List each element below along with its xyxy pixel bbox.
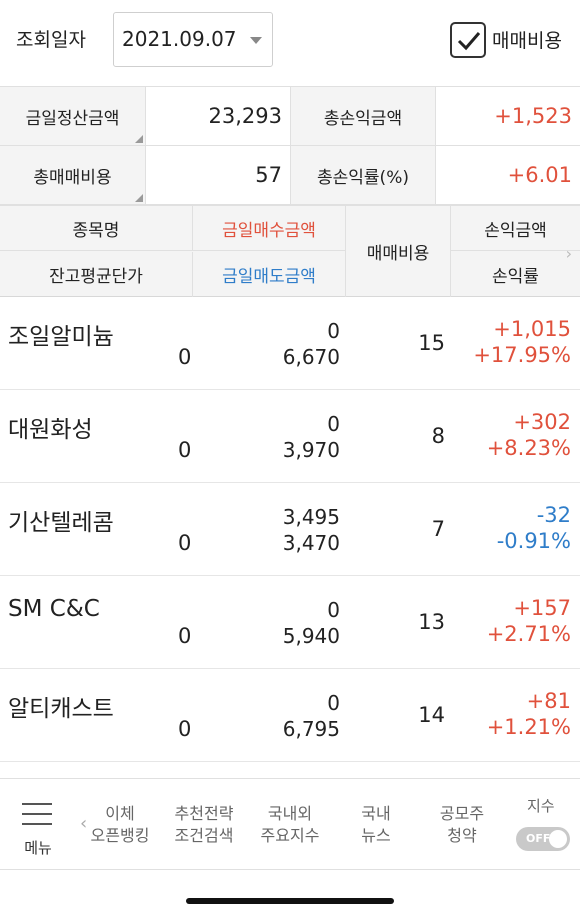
pl-amount: +302: [513, 410, 571, 434]
fee: 8: [431, 424, 445, 448]
fee: 7: [431, 517, 445, 541]
corner-triangle-icon: [135, 194, 143, 202]
fee: 14: [418, 703, 445, 727]
nav-item-strategy[interactable]: 추천전략 조건검색: [166, 803, 242, 847]
col-buy-amount: 금일매수금액: [192, 206, 345, 251]
table-row[interactable]: 대원화성 0 0 3,970 8 +302 +8.23%: [0, 390, 580, 483]
fee-checkbox-label[interactable]: 매매비용: [492, 26, 562, 53]
fee: 15: [418, 331, 445, 355]
hamburger-icon: [22, 803, 52, 833]
chevron-right-icon[interactable]: ›: [566, 244, 572, 263]
menu-button[interactable]: 메뉴: [0, 779, 76, 871]
avg-price: 0: [178, 438, 192, 462]
avg-price: 0: [178, 345, 192, 369]
home-indicator[interactable]: [186, 898, 394, 904]
col-avg-price: 잔고평균단가: [49, 267, 143, 287]
table-header: 종목명 잔고평균단가 금일매수금액 금일매도금액 매매비용 손익금액 손익률 ›: [0, 205, 580, 297]
pl-amount: +1,015: [493, 317, 571, 341]
buy-amount: 3,495: [282, 505, 340, 529]
index-toggle[interactable]: OFF: [516, 827, 570, 851]
fee-checkbox[interactable]: [450, 22, 486, 58]
toggle-state: OFF: [526, 832, 551, 845]
settle-amount-value: 23,293: [145, 87, 290, 145]
total-rate-value: +6.01: [435, 146, 580, 204]
query-bar: 조회일자 2021.09.07 매매비용: [0, 0, 580, 80]
nav-item-ipo[interactable]: 공모주 청약: [424, 803, 500, 847]
checkmark-icon: [457, 32, 481, 51]
table-row[interactable]: 기산텔레콤 0 3,495 3,470 7 -32 -0.91%: [0, 483, 580, 576]
sell-amount: 3,970: [282, 438, 340, 462]
nav-item-indices[interactable]: 국내외 주요지수: [252, 803, 328, 847]
pl-rate: +2.71%: [486, 622, 571, 646]
avg-price: 0: [178, 717, 192, 741]
total-rate-label: 총손익률(%): [290, 146, 435, 204]
stock-name: SM C&C: [8, 596, 100, 622]
dropdown-caret-icon: [250, 37, 262, 44]
pl-rate: -0.91%: [496, 529, 571, 553]
col-name: 종목명: [0, 206, 192, 251]
avg-price: 0: [178, 624, 192, 648]
sell-amount: 6,670: [282, 345, 340, 369]
buy-amount: 0: [327, 598, 340, 622]
pl-rate: +1.21%: [486, 715, 571, 739]
table-row[interactable]: 조일알미늄 0 0 6,670 15 +1,015 +17.95%: [0, 297, 580, 390]
total-pl-value: +1,523: [435, 87, 580, 145]
stock-name: 대원화성: [8, 417, 93, 443]
table-row[interactable]: 알티캐스트 0 0 6,795 14 +81 +1.21%: [0, 669, 580, 762]
buy-amount: 0: [327, 412, 340, 436]
corner-triangle-icon: [135, 135, 143, 143]
menu-label: 메뉴: [24, 839, 52, 857]
toggle-knob: [549, 830, 567, 848]
fee: 13: [418, 610, 445, 634]
col-fee: 매매비용: [345, 206, 451, 297]
col-pl-rate: 손익률: [492, 267, 539, 287]
holdings-list: 조일알미늄 0 0 6,670 15 +1,015 +17.95% 대원화성 0…: [0, 297, 580, 762]
total-fee-label[interactable]: 총매매비용: [0, 146, 145, 204]
pl-amount: -32: [536, 503, 571, 527]
avg-price: 0: [178, 531, 192, 555]
stock-name: 알티캐스트: [8, 696, 114, 722]
buy-amount: 0: [327, 691, 340, 715]
sell-amount: 6,795: [282, 717, 340, 741]
total-pl-label: 총손익금액: [290, 87, 435, 145]
sell-amount: 3,470: [282, 531, 340, 555]
pl-amount: +81: [526, 689, 571, 713]
bottom-nav: 메뉴 ‹ 이체 오픈뱅킹 추천전략 조건검색 국내외 주요지수 국내 뉴스 공모…: [0, 778, 580, 870]
pl-amount: +157: [513, 596, 571, 620]
total-fee-value: 57: [145, 146, 290, 204]
stock-name: 조일알미늄: [8, 324, 114, 350]
col-sell-amount: 금일매도금액: [192, 252, 345, 297]
nav-item-transfer[interactable]: 이체 오픈뱅킹: [84, 803, 156, 847]
pl-rate: +8.23%: [486, 436, 571, 460]
date-select[interactable]: 2021.09.07: [113, 12, 273, 67]
sell-amount: 5,940: [282, 624, 340, 648]
pl-rate: +17.95%: [473, 343, 571, 367]
table-row[interactable]: SM C&C 0 0 5,940 13 +157 +2.71%: [0, 576, 580, 669]
date-label: 조회일자: [16, 29, 86, 51]
buy-amount: 0: [327, 319, 340, 343]
index-toggle-label: 지수: [527, 797, 555, 815]
stock-name: 기산텔레콤: [8, 510, 114, 536]
summary-grid: 금일정산금액 23,293 총손익금액 +1,523 총매매비용 57 총손익률…: [0, 86, 580, 205]
col-pl-amount: 손익금액: [451, 206, 580, 251]
nav-item-news[interactable]: 국내 뉴스: [344, 803, 408, 847]
settle-amount-label[interactable]: 금일정산금액: [0, 87, 145, 145]
date-value: 2021.09.07: [122, 27, 237, 51]
